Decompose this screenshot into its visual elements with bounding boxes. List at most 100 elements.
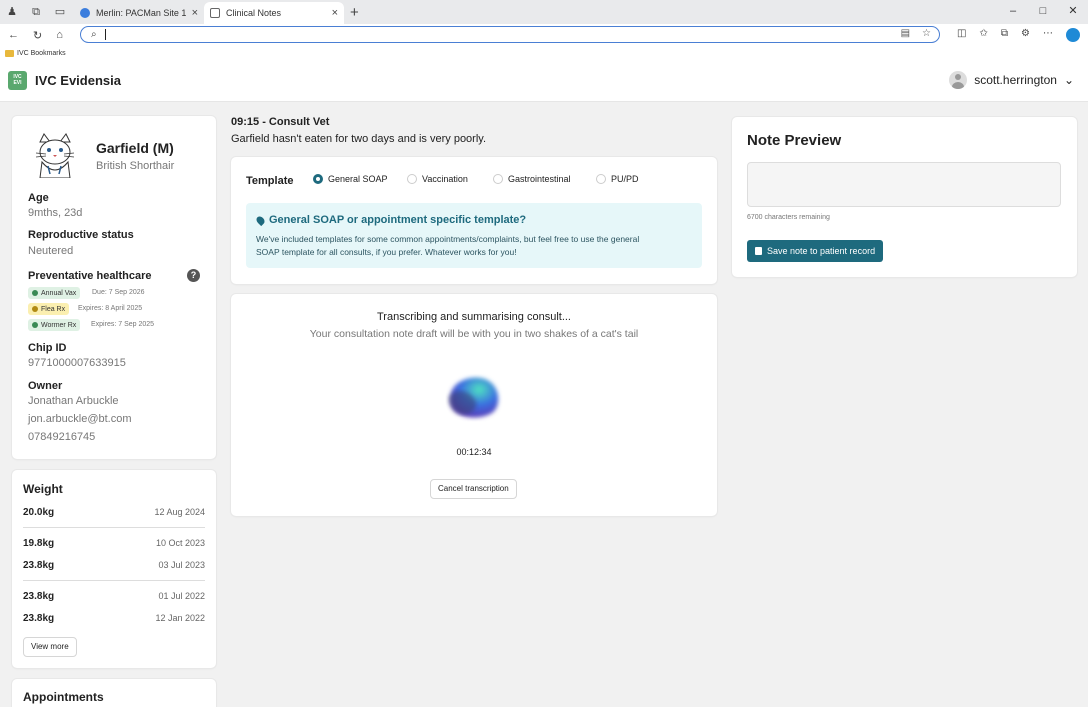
avatar-icon — [949, 71, 968, 89]
weight-value: 20.0kg — [23, 507, 55, 518]
split-screen-icon[interactable]: ◫ — [957, 28, 966, 42]
more-menu-icon[interactable]: ⋯ — [1043, 28, 1053, 42]
option-label: PU/PD — [611, 174, 639, 184]
option-label: General SOAP — [328, 174, 388, 184]
age-value: 9mths, 23d — [28, 207, 83, 219]
badge-label: Flea Rx — [41, 305, 66, 313]
weight-date: 10 Oct 2023 — [155, 538, 205, 548]
weight-row: 20.0kg 12 Aug 2024 — [23, 507, 205, 518]
badge-label: Wormer Rx — [41, 321, 77, 329]
tab-merlin[interactable]: Merlin: PACMan Site 1 - SHerring × — [74, 2, 204, 24]
maximize-button[interactable]: □ — [1028, 0, 1058, 22]
reader-view-icon[interactable]: ▤ — [901, 28, 910, 39]
username: scott.herrington — [974, 73, 1057, 87]
recording-animation-icon — [448, 377, 499, 418]
cancel-transcription-button[interactable]: Cancel transcription — [430, 479, 517, 499]
logo-line2: EVI — [13, 80, 22, 86]
prev-note: Due: 7 Sep 2026 — [92, 289, 145, 296]
template-option-general-soap[interactable]: General SOAP — [313, 174, 388, 184]
prev-note: Expires: 8 April 2025 — [78, 305, 143, 312]
prev-badge-annual-vax: Annual Vax — [28, 287, 81, 299]
new-tab-button[interactable]: + — [350, 4, 359, 21]
weight-card: Weight 20.0kg 12 Aug 2024 19.8kg 10 Oct … — [12, 470, 216, 668]
consult-description: Garfield hasn't eaten for two days and i… — [231, 133, 487, 145]
option-label: Gastrointestinal — [508, 174, 571, 184]
weight-value: 23.8kg — [23, 613, 55, 624]
repro-value: Neutered — [28, 245, 74, 257]
template-option-gastrointestinal[interactable]: Gastrointestinal — [493, 174, 571, 184]
text-caret — [104, 29, 106, 40]
back-icon[interactable]: ← — [8, 29, 19, 42]
workspaces-icon[interactable]: ⧉ — [30, 6, 42, 18]
template-option-pu-pd[interactable]: PU/PD — [596, 174, 639, 184]
close-window-button[interactable]: ✕ — [1058, 0, 1088, 22]
prev-note: Expires: 7 Sep 2025 — [91, 321, 155, 328]
user-menu[interactable]: scott.herrington ⌄ — [949, 71, 1074, 89]
collections-icon[interactable]: ⧉ — [1001, 28, 1008, 42]
extensions-icon[interactable]: ⚙ — [1021, 28, 1030, 42]
chevron-down-icon: ⌄ — [1063, 73, 1074, 87]
home-icon[interactable]: ⌂ — [56, 29, 63, 42]
radio-icon — [596, 174, 606, 184]
check-icon — [32, 322, 38, 328]
template-option-vaccination[interactable]: Vaccination — [407, 174, 468, 184]
app-title: IVC Evidensia — [35, 73, 121, 88]
template-info-box: General SOAP or appointment specific tem… — [246, 203, 702, 268]
close-tab-icon[interactable]: × — [332, 7, 338, 19]
save-note-label: Save note to patient record — [767, 246, 876, 256]
template-label: Template — [246, 175, 294, 187]
transcription-card: Transcribing and summarising consult... … — [231, 294, 717, 516]
age-label: Age — [28, 192, 49, 204]
bookmark-folder-ivc[interactable]: IVC Bookmarks — [17, 50, 66, 57]
refresh-icon[interactable]: ↻ — [33, 29, 42, 42]
tab-actions-icon[interactable]: ▭ — [54, 6, 66, 18]
help-icon[interactable]: ? — [187, 269, 200, 282]
prev-badge-wormer: Wormer Rx — [28, 319, 81, 331]
patient-breed: British Shorthair — [96, 160, 175, 172]
weight-date: 03 Jul 2023 — [158, 560, 205, 570]
weight-row: 23.8kg 12 Jan 2022 — [23, 613, 205, 624]
save-note-button[interactable]: Save note to patient record — [747, 240, 884, 262]
browser-tab-bar: ♟ ⧉ ▭ Merlin: PACMan Site 1 - SHerring ×… — [0, 0, 1088, 24]
page-favicon-icon — [210, 8, 220, 18]
weight-row: 19.8kg 10 Oct 2023 — [23, 538, 205, 549]
owner-email[interactable]: jon.arbuckle@bt.com — [28, 413, 132, 425]
note-textarea[interactable] — [747, 162, 1061, 207]
close-tab-icon[interactable]: × — [192, 7, 198, 19]
copilot-icon[interactable] — [1066, 28, 1080, 42]
weight-row: 23.8kg 01 Jul 2022 — [23, 591, 205, 602]
characters-remaining: 6700 characters remaining — [747, 214, 830, 221]
repro-label: Reproductive status — [28, 229, 134, 241]
lightbulb-icon — [254, 214, 267, 226]
option-label: Vaccination — [422, 174, 468, 184]
appointments-card: Appointments — [12, 679, 216, 707]
minimize-button[interactable]: – — [998, 0, 1028, 22]
tab-title: Clinical Notes — [226, 8, 282, 18]
prev-badge-flea: Flea Rx — [28, 303, 70, 315]
consult-title: 09:15 - Consult Vet — [231, 116, 330, 128]
patient-card: Garfield (M) British Shorthair Age 9mths… — [12, 116, 216, 459]
transcription-title: Transcribing and summarising consult... — [376, 311, 571, 323]
weight-value: 23.8kg — [23, 560, 55, 571]
weight-value: 19.8kg — [23, 538, 55, 549]
check-icon — [32, 290, 38, 296]
ivc-logo: IVC EVI — [8, 71, 27, 90]
bookmarks-bar: IVC Bookmarks — [0, 46, 1088, 60]
appointments-title: Appointments — [23, 690, 104, 704]
profile-icon[interactable]: ♟ — [6, 6, 18, 18]
warning-icon — [32, 306, 38, 312]
folder-icon — [5, 49, 14, 57]
radio-icon — [407, 174, 417, 184]
favorite-star-icon[interactable]: ☆ — [922, 28, 931, 39]
url-input[interactable]: ⌕ ▤ ☆ — [80, 26, 940, 43]
note-preview-card: Note Preview 6700 characters remaining S… — [732, 117, 1077, 277]
info-title-text: General SOAP or appointment specific tem… — [269, 214, 527, 226]
view-more-button[interactable]: View more — [23, 637, 77, 657]
tab-title: Merlin: PACMan Site 1 - SHerring — [96, 8, 186, 18]
radio-icon — [493, 174, 503, 184]
favorites-icon[interactable]: ✩ — [980, 28, 988, 42]
tab-clinical-notes[interactable]: Clinical Notes × — [204, 2, 344, 24]
transcription-timer: 00:12:34 — [456, 447, 492, 457]
app-header: IVC EVI IVC Evidensia scott.herrington ⌄ — [0, 60, 1088, 102]
owner-phone[interactable]: 07849216745 — [28, 431, 95, 443]
